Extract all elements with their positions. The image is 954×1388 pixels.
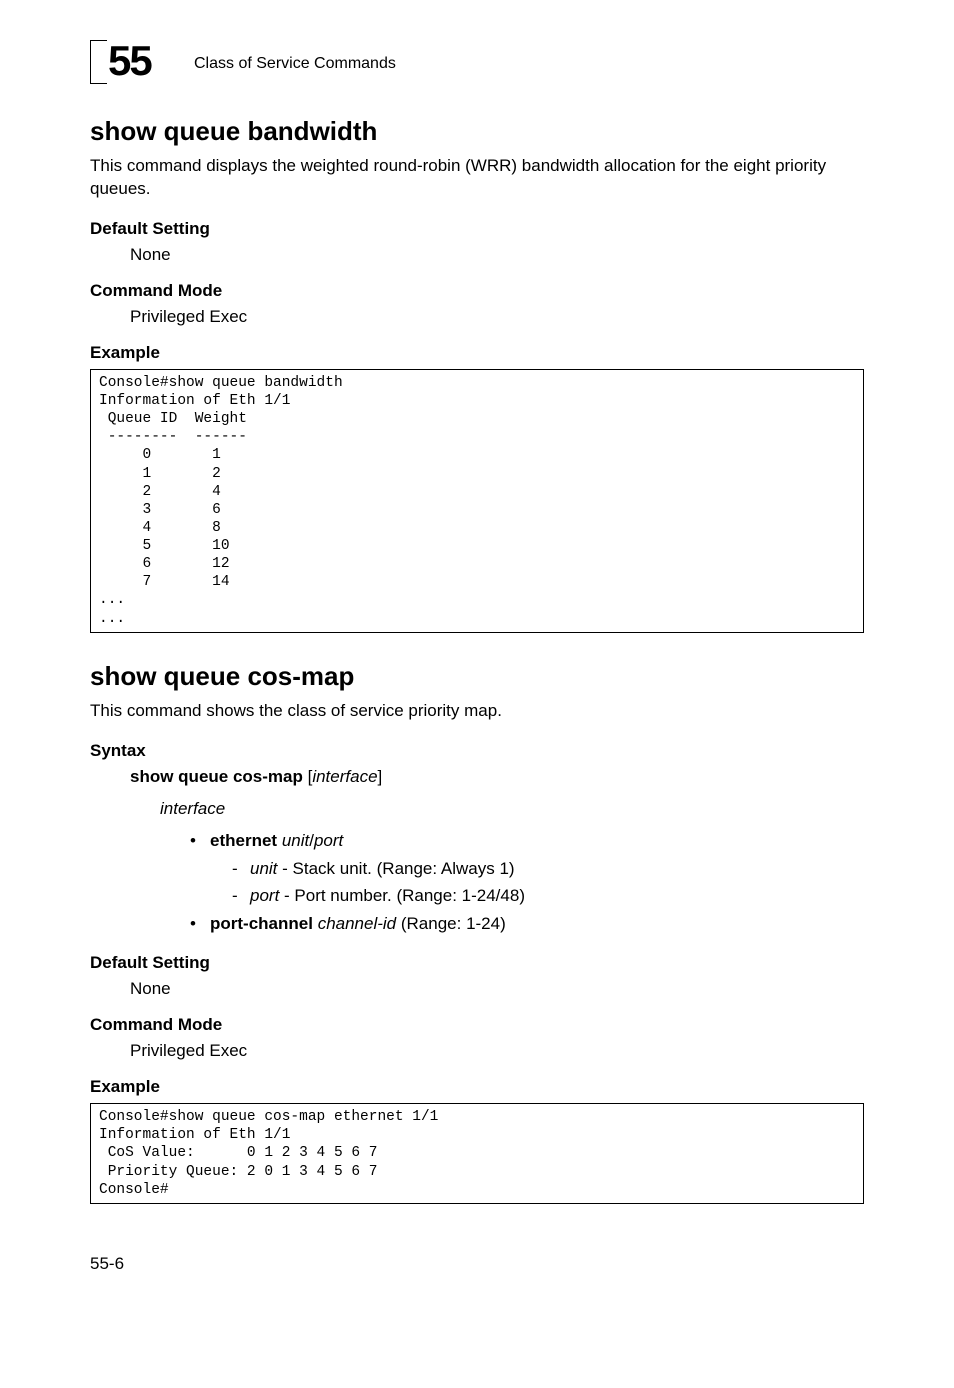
dash-port: port - Port number. (Range: 1-24/48) xyxy=(232,884,864,909)
syntax-label: Syntax xyxy=(90,741,864,761)
dash-port-it: port xyxy=(250,886,279,905)
bullet-ethernet: ethernet unit/port unit - Stack unit. (R… xyxy=(190,829,864,909)
example-label-2: Example xyxy=(90,1077,864,1097)
chapter-header: 55 Class of Service Commands xyxy=(90,40,864,88)
dash-unit-rest: - Stack unit. (Range: Always 1) xyxy=(277,859,514,878)
syntax-line: show queue cos-map [interface] xyxy=(130,767,864,787)
default-setting-label-2: Default Setting xyxy=(90,953,864,973)
dash-list: unit - Stack unit. (Range: Always 1) por… xyxy=(232,857,864,908)
bullet-port-channel-rest: (Range: 1-24) xyxy=(396,914,506,933)
bullet-port-channel-bold: port-channel xyxy=(210,914,313,933)
chapter-title: Class of Service Commands xyxy=(194,55,396,73)
dash-unit-it: unit xyxy=(250,859,277,878)
command-mode-value-2: Privileged Exec xyxy=(130,1041,864,1061)
default-setting-value: None xyxy=(130,245,864,265)
code-block-bandwidth: Console#show queue bandwidth Information… xyxy=(90,369,864,633)
bullet-ethernet-port: port xyxy=(314,831,343,850)
bullet-port-channel-it: channel-id xyxy=(318,914,396,933)
param-list: ethernet unit/port unit - Stack unit. (R… xyxy=(190,829,864,938)
dash-port-rest: - Port number. (Range: 1-24/48) xyxy=(279,886,525,905)
default-setting-label: Default Setting xyxy=(90,219,864,239)
command-mode-label: Command Mode xyxy=(90,281,864,301)
chapter-badge: 55 xyxy=(90,40,180,88)
code-block-cos-map: Console#show queue cos-map ethernet 1/1 … xyxy=(90,1103,864,1204)
command-mode-value: Privileged Exec xyxy=(130,307,864,327)
param-interface: interface xyxy=(160,799,864,819)
syntax-open: [ xyxy=(303,767,312,786)
dash-unit: unit - Stack unit. (Range: Always 1) xyxy=(232,857,864,882)
chapter-number: 55 xyxy=(107,37,152,85)
bullet-ethernet-unit: unit xyxy=(282,831,309,850)
section-intro: This command displays the weighted round… xyxy=(90,155,864,201)
default-setting-value-2: None xyxy=(130,979,864,999)
section-heading-show-queue-bandwidth: show queue bandwidth xyxy=(90,116,864,147)
page-number: 55-6 xyxy=(90,1254,864,1274)
syntax-close: ] xyxy=(378,767,383,786)
section-intro-2: This command shows the class of service … xyxy=(90,700,864,723)
bullet-port-channel: port-channel channel-id (Range: 1-24) xyxy=(190,912,864,937)
bullet-ethernet-bold: ethernet xyxy=(210,831,277,850)
command-mode-label-2: Command Mode xyxy=(90,1015,864,1035)
syntax-cmd-bold: show queue cos-map xyxy=(130,767,303,786)
syntax-param: interface xyxy=(312,767,377,786)
example-label: Example xyxy=(90,343,864,363)
section-heading-show-queue-cos-map: show queue cos-map xyxy=(90,661,864,692)
